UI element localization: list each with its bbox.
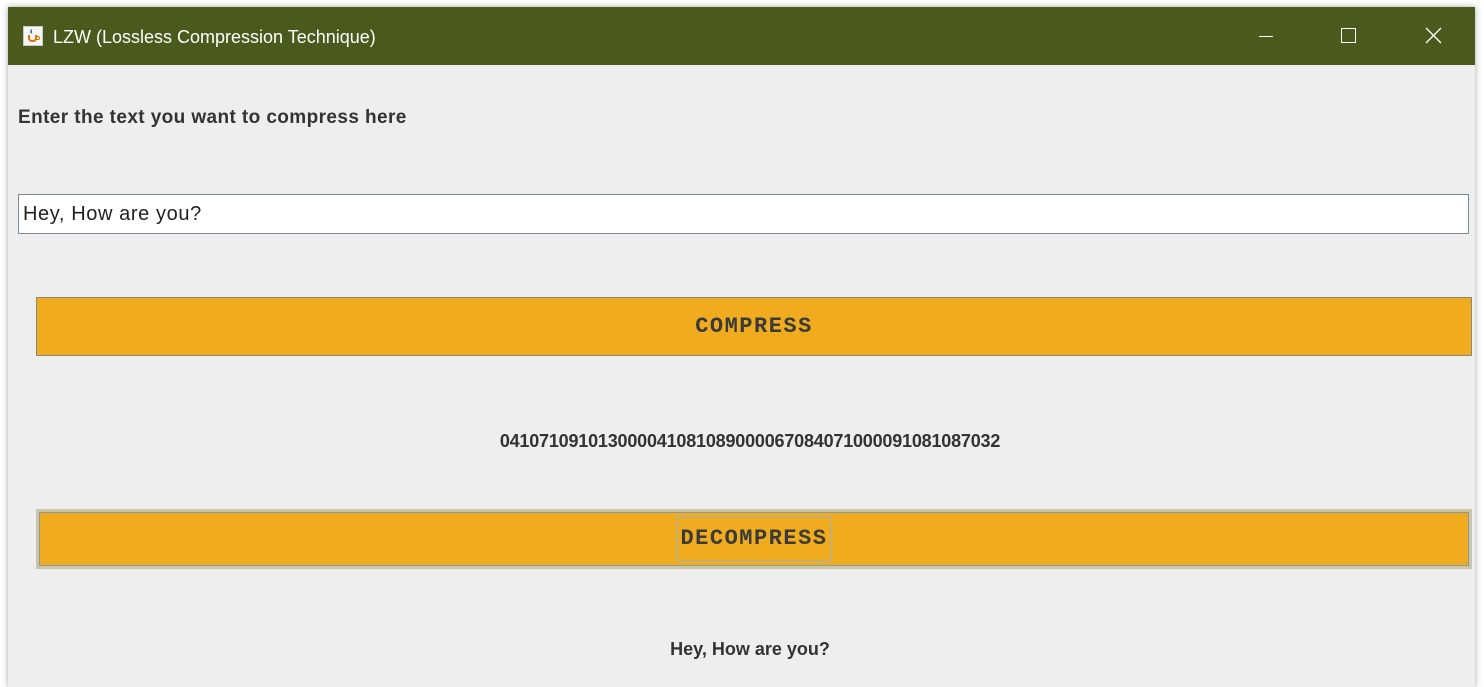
maximize-icon (1341, 28, 1356, 43)
app-window: LZW (Lossless Compression Technique) Ent… (8, 7, 1475, 687)
close-icon (1425, 27, 1442, 44)
main-panel: Enter the text you want to compress here… (8, 65, 1475, 687)
compress-button[interactable]: COMPRESS (36, 297, 1472, 356)
decompress-label: DECOMPRESS (677, 517, 831, 561)
minimize-button[interactable] (1236, 7, 1296, 65)
java-cup-icon (23, 26, 43, 46)
decompressed-output: Hey, How are you? (670, 639, 830, 659)
maximize-button[interactable] (1318, 7, 1378, 65)
prompt-label: Enter the text you want to compress here (18, 107, 407, 128)
compressed-output: 0410710910130000410810890000670840710000… (499, 431, 1001, 451)
text-input[interactable] (18, 194, 1469, 234)
decompress-button[interactable]: DECOMPRESS (36, 509, 1472, 569)
window-title: LZW (Lossless Compression Technique) (53, 27, 376, 47)
close-button[interactable] (1403, 7, 1463, 65)
title-bar[interactable]: LZW (Lossless Compression Technique) (8, 7, 1475, 65)
minimize-icon (1259, 36, 1273, 37)
